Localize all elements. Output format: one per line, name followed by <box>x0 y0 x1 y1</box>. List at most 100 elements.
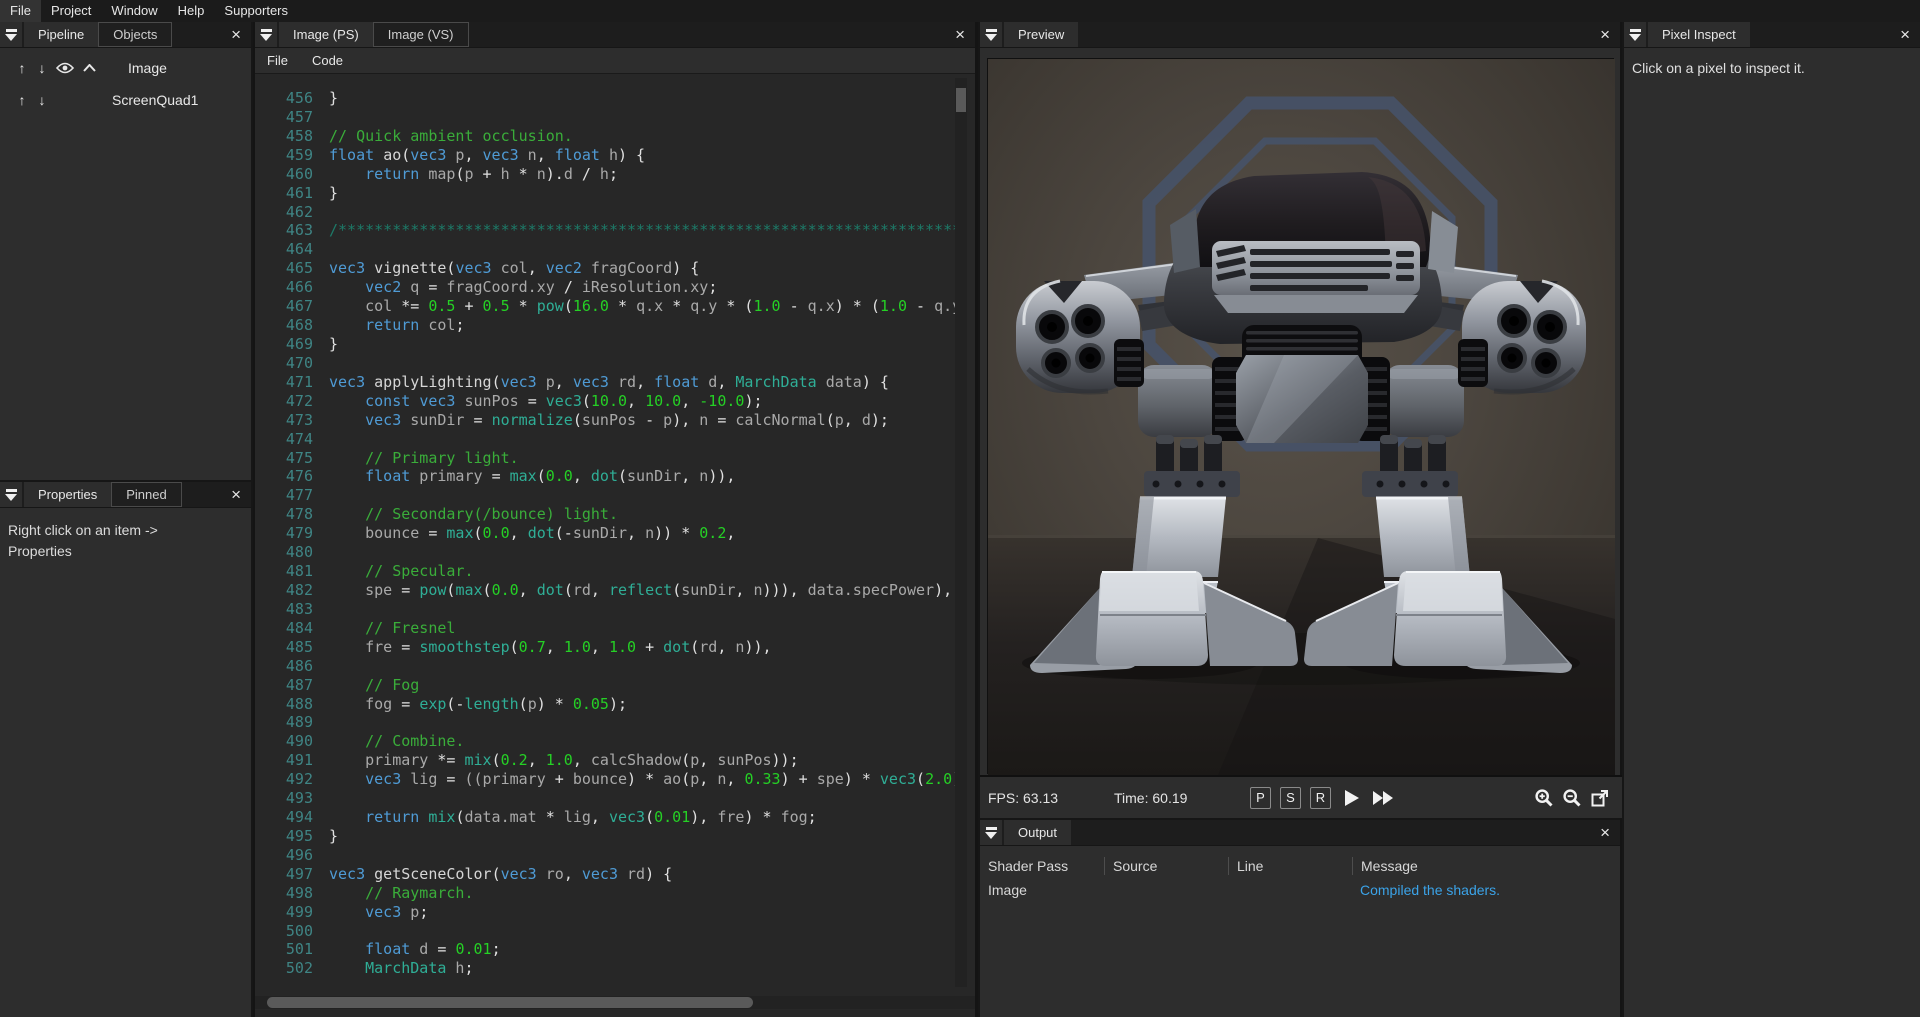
code-line[interactable]: 458// Quick ambient occlusion. <box>255 127 955 146</box>
close-icon[interactable]: × <box>1896 22 1914 48</box>
code-line[interactable]: 473 vec3 sunDir = normalize(sunPos - p),… <box>255 411 955 430</box>
menu-item-help[interactable]: Help <box>168 0 215 22</box>
code-line[interactable]: 463/************************************… <box>255 221 955 240</box>
code-line[interactable]: 475 // Primary light. <box>255 449 955 468</box>
editor-menu-code[interactable]: Code <box>300 53 355 68</box>
close-icon[interactable]: × <box>1596 820 1614 846</box>
code-line[interactable]: 485 fre = smoothstep(0.7, 1.0, 1.0 + dot… <box>255 638 955 657</box>
menu-item-supporters[interactable]: Supporters <box>214 0 298 22</box>
code-line[interactable]: 496 <box>255 846 955 865</box>
panel-collapse-icon[interactable] <box>980 820 1002 845</box>
panel-collapse-icon[interactable] <box>1624 22 1646 47</box>
editor-menu-file[interactable]: File <box>255 53 300 68</box>
zoom-out-icon[interactable] <box>1562 788 1582 808</box>
close-icon[interactable]: × <box>951 22 969 48</box>
tab-properties[interactable]: Properties <box>24 482 111 507</box>
code-line[interactable]: 459float ao(vec3 p, vec3 n, float h) { <box>255 146 955 165</box>
code-line[interactable]: 467 col *= 0.5 + 0.5 * pow(16.0 * q.x * … <box>255 297 955 316</box>
visibility-eye-icon[interactable] <box>52 62 78 74</box>
vertical-scrollbar[interactable] <box>955 78 967 987</box>
tab-objects[interactable]: Objects <box>98 22 172 47</box>
code-line[interactable]: 490 // Combine. <box>255 732 955 751</box>
code-line[interactable]: 457 <box>255 108 955 127</box>
collapse-chevron-icon[interactable] <box>78 64 100 72</box>
code-line[interactable]: 456} <box>255 89 955 108</box>
code-line[interactable]: 495} <box>255 827 955 846</box>
panel-collapse-icon[interactable] <box>255 22 277 47</box>
close-icon[interactable]: × <box>1596 22 1614 48</box>
code-line[interactable]: 477 <box>255 486 955 505</box>
menu-item-window[interactable]: Window <box>101 0 167 22</box>
code-line[interactable]: 497vec3 getSceneColor(vec3 ro, vec3 rd) … <box>255 865 955 884</box>
pipeline-item-label[interactable]: ScreenQuad1 <box>112 92 198 108</box>
tab-pixel-inspect[interactable]: Pixel Inspect <box>1648 22 1750 47</box>
code-line[interactable]: 461} <box>255 184 955 203</box>
code-line[interactable]: 486 <box>255 657 955 676</box>
code-line[interactable]: 465vec3 vignette(vec3 col, vec2 fragCoor… <box>255 259 955 278</box>
code-line[interactable]: 464 <box>255 240 955 259</box>
tab-preview[interactable]: Preview <box>1004 22 1078 47</box>
move-up-icon[interactable]: ↑ <box>12 92 32 108</box>
code-line[interactable]: 499 vec3 p; <box>255 903 955 922</box>
tab-output[interactable]: Output <box>1004 820 1071 845</box>
code-line[interactable]: 494 return mix(data.mat * lig, vec3(0.01… <box>255 808 955 827</box>
close-icon[interactable]: × <box>227 482 245 508</box>
code-line[interactable]: 469} <box>255 335 955 354</box>
code-line[interactable]: 493 <box>255 789 955 808</box>
code-line[interactable]: 476 float primary = max(0.0, dot(sunDir,… <box>255 467 955 486</box>
pipeline-item-label[interactable]: Image <box>128 60 167 76</box>
zoom-in-icon[interactable] <box>1534 788 1554 808</box>
code-line[interactable]: 482 spe = pow(max(0.0, dot(rd, reflect(s… <box>255 581 955 600</box>
pipeline-item-image[interactable]: ↑↓ Image <box>0 56 251 80</box>
code-line[interactable]: 491 primary *= mix(0.2, 1.0, calcShadow(… <box>255 751 955 770</box>
code-line[interactable]: 472 const vec3 sunPos = vec3(10.0, 10.0,… <box>255 392 955 411</box>
code-line[interactable]: 478 // Secondary(/bounce) light. <box>255 505 955 524</box>
reset-time-button[interactable]: R <box>1310 787 1331 809</box>
horizontal-scrollbar-thumb[interactable] <box>267 997 753 1008</box>
panel-collapse-icon[interactable] <box>0 482 22 507</box>
code-line[interactable]: 483 <box>255 600 955 619</box>
code-line[interactable]: 474 <box>255 430 955 449</box>
pipeline-item-screenquad1[interactable]: ↑↓ ScreenQuad1 <box>0 88 251 112</box>
move-down-icon[interactable]: ↓ <box>32 60 52 76</box>
code-line[interactable]: 492 vec3 lig = ((primary + bounce) * ao(… <box>255 770 955 789</box>
panel-collapse-icon[interactable] <box>0 22 22 47</box>
code-line[interactable]: 466 vec2 q = fragCoord.xy / iResolution.… <box>255 278 955 297</box>
code-line[interactable]: 480 <box>255 543 955 562</box>
code-line[interactable]: 484 // Fresnel <box>255 619 955 638</box>
menu-item-file[interactable]: File <box>0 0 41 22</box>
tab-pinned[interactable]: Pinned <box>111 482 181 507</box>
horizontal-scrollbar[interactable] <box>255 996 975 1009</box>
code-line[interactable]: 502 MarchData h; <box>255 959 955 978</box>
play-icon[interactable] <box>1340 787 1362 809</box>
output-table-row[interactable]: ImageCompiled the shaders. <box>980 878 1620 902</box>
move-down-icon[interactable]: ↓ <box>32 92 52 108</box>
code-line[interactable]: 487 // Fog <box>255 676 955 695</box>
tab-image-ps[interactable]: Image (PS) <box>279 22 373 47</box>
move-up-icon[interactable]: ↑ <box>12 60 32 76</box>
code-line[interactable]: 500 <box>255 922 955 941</box>
code-line[interactable]: 471vec3 applyLighting(vec3 p, vec3 rd, f… <box>255 373 955 392</box>
code-editor-viewport[interactable]: 456}457458// Quick ambient occlusion.459… <box>255 75 955 992</box>
code-line[interactable]: 468 return col; <box>255 316 955 335</box>
code-line[interactable]: 462 <box>255 203 955 222</box>
code-line[interactable]: 460 return map(p + h * n).d / h; <box>255 165 955 184</box>
screenshot-button[interactable]: S <box>1280 787 1301 809</box>
pause-button[interactable]: P <box>1250 787 1271 809</box>
panel-collapse-icon[interactable] <box>980 22 1002 47</box>
tab-pipeline[interactable]: Pipeline <box>24 22 98 47</box>
code-line[interactable]: 481 // Specular. <box>255 562 955 581</box>
code-line[interactable]: 498 // Raymarch. <box>255 884 955 903</box>
code-line[interactable]: 479 bounce = max(0.0, dot(-sunDir, n)) *… <box>255 524 955 543</box>
code-line[interactable]: 470 <box>255 354 955 373</box>
code-line[interactable]: 489 <box>255 713 955 732</box>
code-line[interactable]: 501 float d = 0.01; <box>255 940 955 959</box>
menu-item-project[interactable]: Project <box>41 0 101 22</box>
tab-image-vs[interactable]: Image (VS) <box>373 22 469 47</box>
vertical-scrollbar-thumb[interactable] <box>956 88 966 112</box>
preview-render-viewport[interactable] <box>987 58 1614 774</box>
close-icon[interactable]: × <box>227 22 245 48</box>
cell-message[interactable]: Compiled the shaders. <box>1352 881 1620 899</box>
code-line[interactable]: 488 fog = exp(-length(p) * 0.05); <box>255 695 955 714</box>
fast-forward-icon[interactable] <box>1370 787 1396 809</box>
